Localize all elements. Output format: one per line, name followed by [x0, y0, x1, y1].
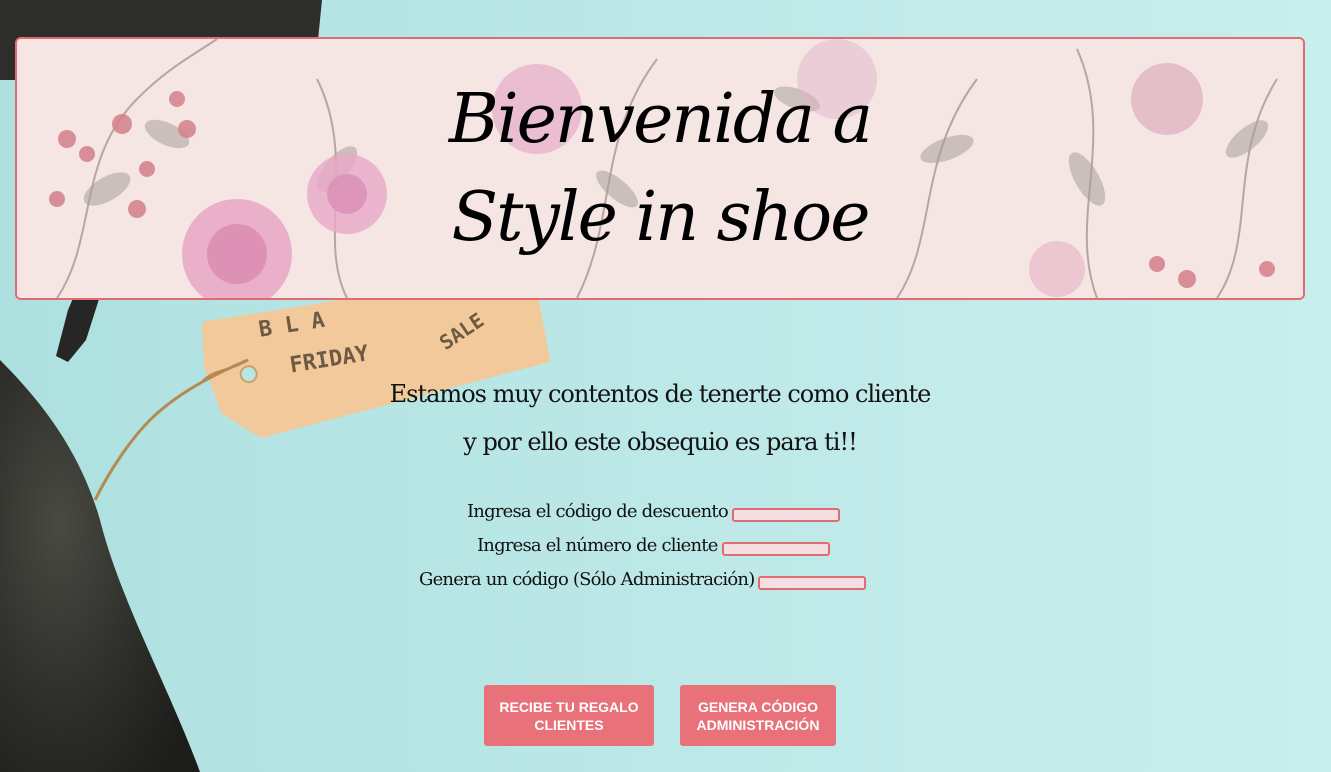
generate-code-label: Genera un código (Sólo Administración)	[419, 569, 755, 590]
discount-code-input[interactable]	[731, 507, 840, 522]
receive-gift-button[interactable]: RECIBE TU REGALO CLIENTES	[484, 685, 654, 746]
customer-number-label: Ingresa el número de cliente	[477, 535, 718, 556]
generate-code-button[interactable]: GENERA CÓDIGO ADMINISTRACIÓN	[680, 685, 836, 746]
discount-code-row: Ingresa el código de descuento	[467, 501, 840, 522]
discount-code-label: Ingresa el código de descuento	[467, 501, 729, 522]
generate-code-input[interactable]	[758, 575, 867, 590]
generate-code-button-line2: ADMINISTRACIÓN	[696, 716, 820, 733]
customer-number-row: Ingresa el número de cliente	[477, 535, 830, 556]
welcome-message-line2: y por ello este obsequio es para ti!!	[463, 428, 857, 456]
generate-code-button-line1: GENERA CÓDIGO	[697, 698, 819, 715]
receive-gift-button-line2: CLIENTES	[534, 716, 604, 733]
customer-number-input[interactable]	[721, 541, 830, 556]
generate-code-row: Genera un código (Sólo Administración)	[419, 569, 867, 590]
welcome-message-line1: Estamos muy contentos de tenerte como cl…	[389, 380, 932, 408]
main-content: Estamos muy contentos de tenerte como cl…	[0, 0, 1331, 772]
receive-gift-button-line1: RECIBE TU REGALO	[499, 698, 639, 715]
